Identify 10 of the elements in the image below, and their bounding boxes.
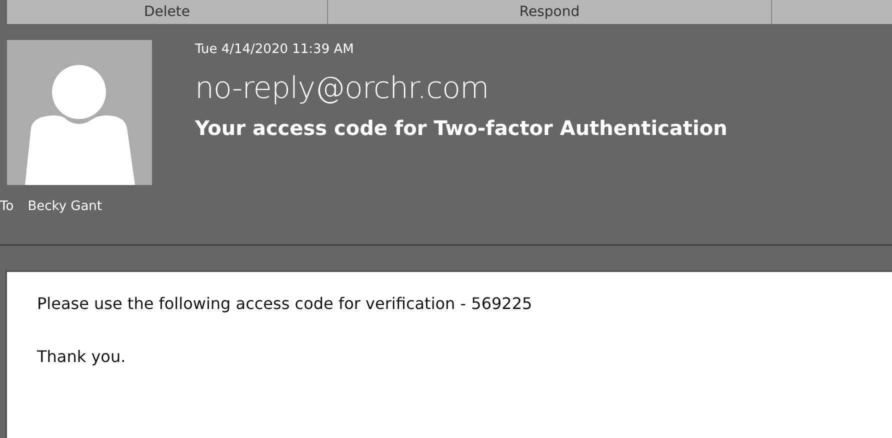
body-paragraph: Thank you. [37, 347, 127, 366]
ribbon-group-label: Delete [144, 4, 190, 20]
ribbon-group-label: Respond [519, 4, 580, 20]
to-label: To [0, 199, 14, 214]
body-paragraph: Please use the following access code for verification - 569225 [37, 294, 534, 313]
sent-date: Tue 4/14/2020 11:39 AM [195, 42, 355, 57]
avatar-icon [7, 40, 152, 185]
subject: Your access code for Two-factor Authentication [195, 116, 728, 140]
sender-address: no-reply@orchr.com [195, 71, 490, 106]
recipient-name: Becky Gant [28, 199, 102, 214]
